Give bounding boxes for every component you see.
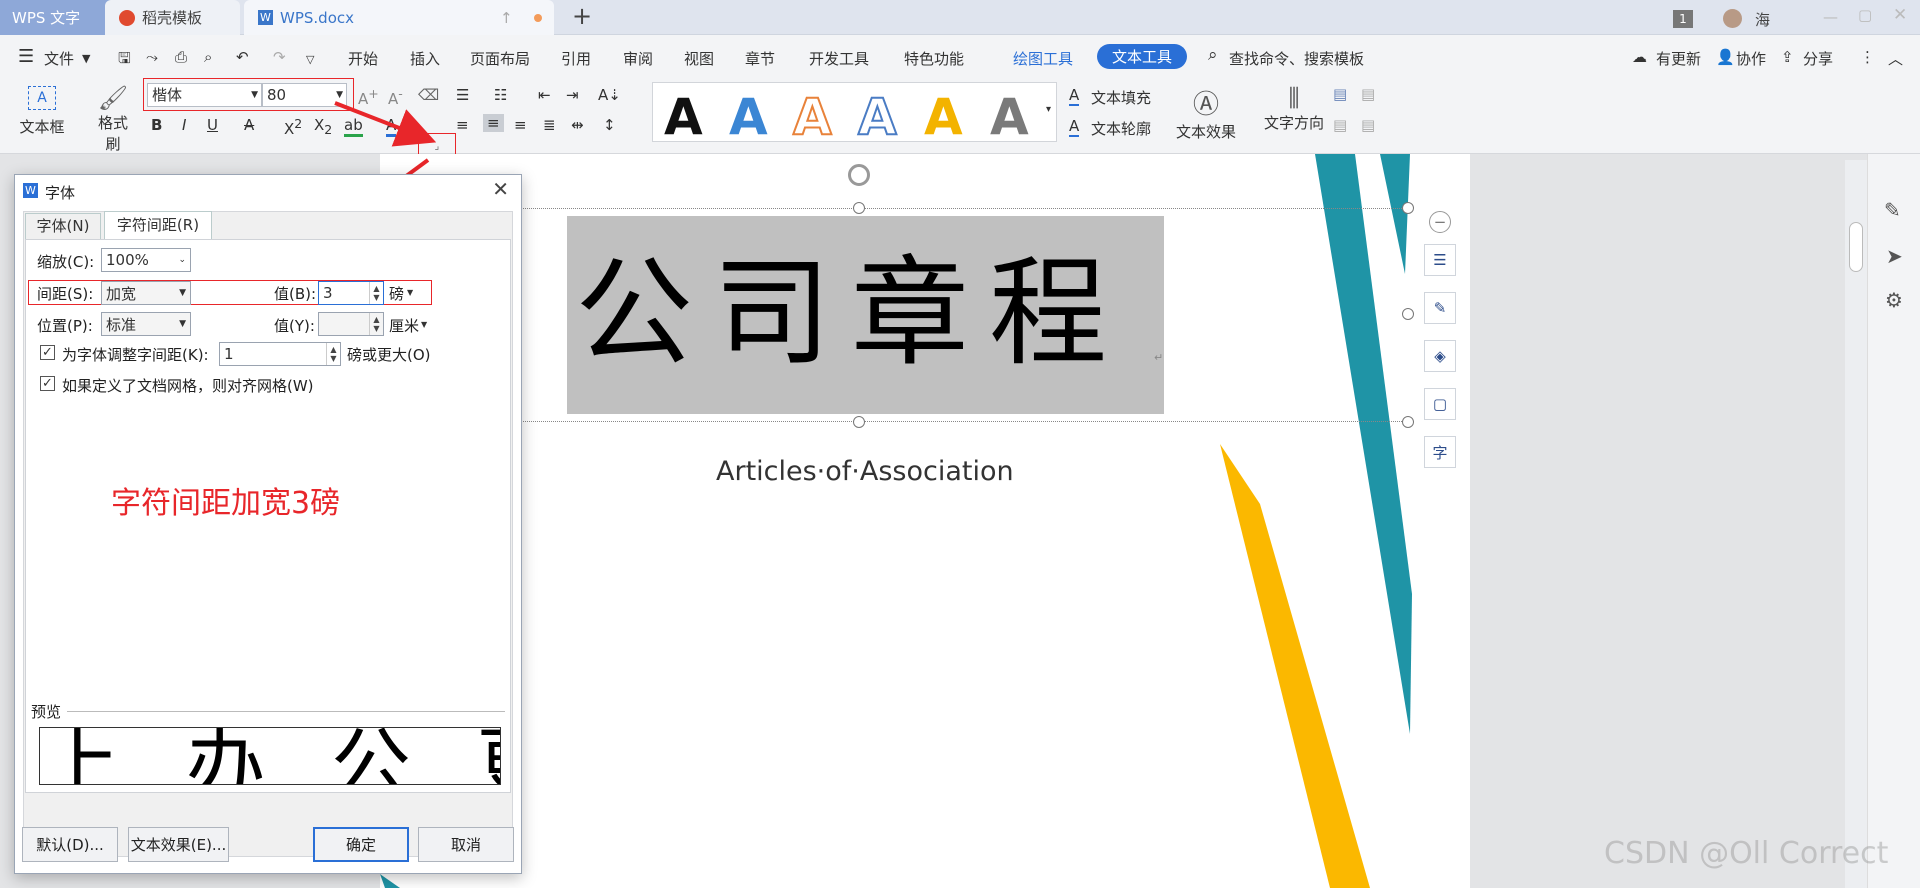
wps-logo-icon: W bbox=[23, 183, 38, 198]
spacing-amount-label: 值(B): bbox=[274, 285, 317, 303]
kerning-label: 为字体调整字间距(K): bbox=[62, 346, 209, 364]
scale-value: 100% bbox=[106, 251, 149, 269]
spinner-arrows-icon[interactable]: ▲ ▼ bbox=[326, 343, 340, 365]
spinner-arrows-icon[interactable]: ▲ ▼ bbox=[369, 282, 383, 304]
kerning-spinner[interactable]: 1 ▲ ▼ bbox=[219, 342, 341, 366]
position-amount-label: 值(Y): bbox=[274, 317, 315, 335]
kerning-value: 1 bbox=[224, 345, 234, 363]
position-value: 标准 bbox=[106, 315, 137, 334]
annotation-text: 字符间距加宽3磅 bbox=[111, 486, 341, 521]
preview-label: 预览 bbox=[31, 703, 62, 721]
chevron-down-icon: ⌄ bbox=[178, 255, 186, 265]
scale-label: 缩放(C): bbox=[37, 253, 95, 271]
default-button[interactable]: 默认(D)... bbox=[22, 827, 118, 862]
close-icon[interactable]: ✕ bbox=[492, 177, 509, 201]
dialog-title: 字体 bbox=[45, 184, 76, 202]
position-amount-spinner[interactable]: ▲ ▼ bbox=[318, 312, 384, 336]
position-unit[interactable]: 厘米 bbox=[389, 315, 419, 336]
scale-select[interactable]: 100% ⌄ bbox=[101, 248, 191, 272]
spacing-value: 加宽 bbox=[106, 284, 137, 303]
spacing-unit[interactable]: 磅 bbox=[389, 283, 404, 304]
unit-chevron-icon[interactable]: ▼ bbox=[421, 320, 427, 329]
preview-separator bbox=[67, 711, 505, 712]
preview-text: 上 办 公 更 bbox=[40, 727, 500, 785]
grid-label: 如果定义了文档网格，则对齐网格(W) bbox=[62, 377, 314, 395]
tab-character-spacing[interactable]: 字符间距(R) bbox=[104, 211, 212, 240]
ok-button[interactable]: 确定 bbox=[313, 827, 409, 862]
grid-checkbox[interactable]: ✓ bbox=[40, 376, 55, 391]
spacing-amount-spinner[interactable]: 3 ▲ ▼ bbox=[318, 281, 384, 305]
position-select[interactable]: 标准 ▼ bbox=[101, 312, 191, 336]
font-dialog[interactable]: W 字体 ✕ 字体(N) 字符间距(R) 缩放(C): 100% ⌄ 间距(S)… bbox=[14, 174, 522, 874]
spacing-amount-value: 3 bbox=[323, 284, 333, 302]
kerning-checkbox[interactable]: ✓ bbox=[40, 345, 55, 360]
spacing-select[interactable]: 加宽 ▼ bbox=[101, 281, 191, 305]
spinner-arrows-icon[interactable]: ▲ ▼ bbox=[369, 313, 383, 335]
tab-font[interactable]: 字体(N) bbox=[25, 213, 101, 239]
dropdown-arrow-icon: ▼ bbox=[179, 319, 186, 329]
spacing-label: 间距(S): bbox=[37, 285, 94, 303]
text-effects-button[interactable]: 文本效果(E)... bbox=[128, 827, 229, 862]
preview-box: 上 办 公 更 bbox=[39, 727, 501, 785]
dropdown-arrow-icon: ▼ bbox=[179, 288, 186, 298]
kerning-unit: 磅或更大(O) bbox=[347, 346, 431, 364]
watermark: CSDN @Oll Correct bbox=[1604, 836, 1889, 871]
position-label: 位置(P): bbox=[37, 317, 93, 335]
dialog-titlebar[interactable]: W 字体 ✕ bbox=[15, 175, 521, 207]
cancel-button[interactable]: 取消 bbox=[418, 827, 514, 862]
unit-chevron-icon[interactable]: ▼ bbox=[407, 288, 413, 297]
